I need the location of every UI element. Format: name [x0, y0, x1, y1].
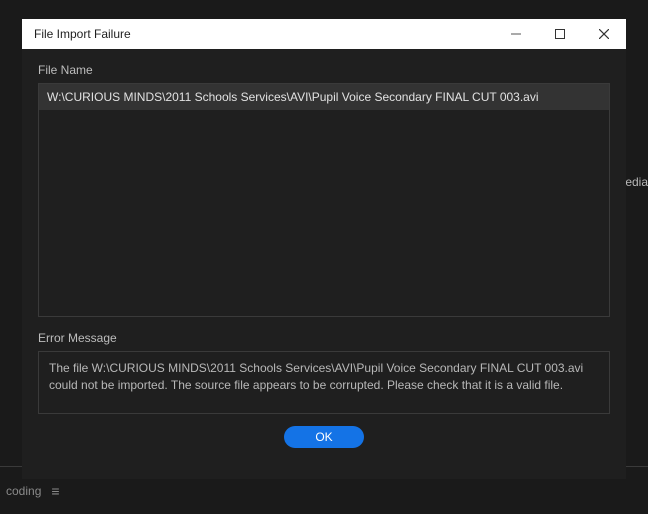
error-panel: Error Message The file W:\CURIOUS MINDS\…: [38, 331, 610, 414]
maximize-button[interactable]: [538, 19, 582, 49]
status-bar-text: coding: [6, 484, 41, 498]
dialog-title: File Import Failure: [34, 27, 494, 41]
file-list[interactable]: W:\CURIOUS MINDS\2011 Schools Services\A…: [38, 83, 610, 317]
file-name-label: File Name: [38, 63, 610, 77]
close-button[interactable]: [582, 19, 626, 49]
titlebar: File Import Failure: [22, 19, 626, 49]
ok-button[interactable]: OK: [284, 426, 364, 448]
dialog-body: File Name W:\CURIOUS MINDS\2011 Schools …: [22, 49, 626, 479]
error-message-label: Error Message: [38, 331, 610, 345]
hamburger-icon[interactable]: ≡: [51, 483, 59, 499]
file-import-failure-dialog: File Import Failure File Name W:\CURIOUS…: [22, 19, 626, 479]
background-clipped-text: edia: [625, 175, 648, 189]
button-row: OK: [38, 414, 610, 450]
error-message-text: The file W:\CURIOUS MINDS\2011 Schools S…: [38, 351, 610, 414]
minimize-button[interactable]: [494, 19, 538, 49]
file-row[interactable]: W:\CURIOUS MINDS\2011 Schools Services\A…: [39, 84, 609, 110]
